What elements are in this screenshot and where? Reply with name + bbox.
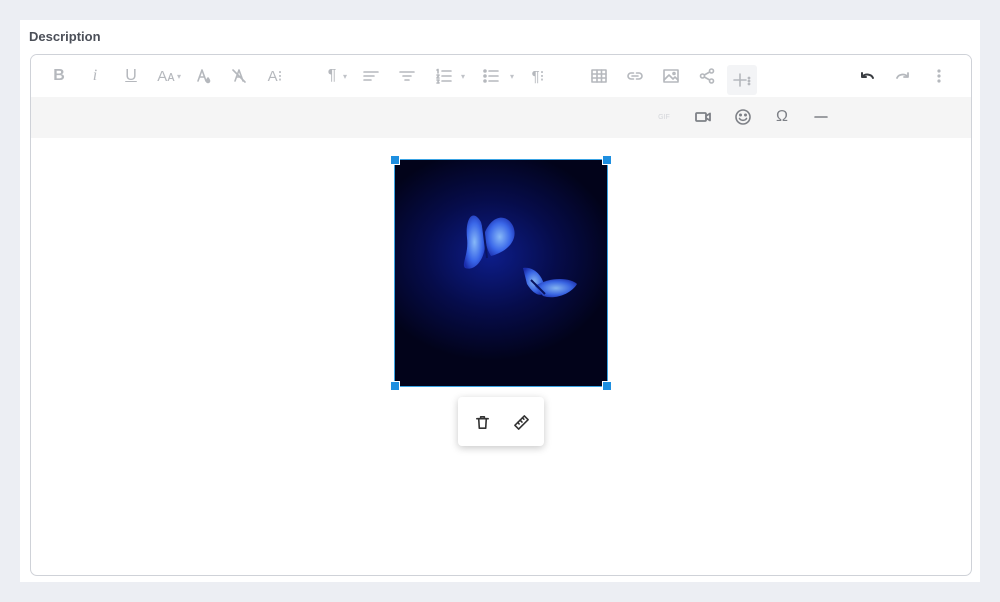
underline-button[interactable]: U bbox=[116, 61, 146, 91]
toolbar-secondary: GIF Ω bbox=[31, 97, 971, 138]
insert-table-button[interactable] bbox=[584, 61, 614, 91]
align-left-button[interactable] bbox=[356, 61, 386, 91]
table-icon bbox=[591, 69, 607, 83]
resize-image-button[interactable] bbox=[508, 409, 534, 435]
unordered-list-icon bbox=[483, 69, 499, 83]
paragraph-style-label: ¶⁝ bbox=[531, 68, 545, 85]
image-popup-toolbar bbox=[458, 397, 544, 446]
horizontal-line-button[interactable] bbox=[806, 102, 836, 132]
redo-button[interactable] bbox=[888, 61, 918, 91]
align-center-icon bbox=[399, 71, 415, 81]
share-icon bbox=[699, 68, 715, 84]
more-options-button[interactable] bbox=[924, 61, 954, 91]
description-panel: Description B i U Aᴀ ▾ A⁝ ¶ ▾ ▾ ▾ ¶⁝ GIF… bbox=[20, 20, 980, 582]
toolbar-primary: B i U Aᴀ ▾ A⁝ ¶ ▾ ▾ ▾ ¶⁝ bbox=[31, 55, 971, 97]
undo-button[interactable] bbox=[852, 61, 882, 91]
plus-icon bbox=[733, 73, 751, 87]
align-left-icon bbox=[363, 71, 379, 81]
ordered-list-icon bbox=[436, 68, 452, 84]
more-text-button[interactable]: A⁝ bbox=[260, 61, 290, 91]
insert-gif-button[interactable]: GIF bbox=[649, 102, 679, 132]
paragraph-format-button[interactable]: ¶ ▾ bbox=[317, 61, 347, 91]
resize-handle-bottom-right[interactable] bbox=[602, 381, 612, 391]
rich-text-editor: B i U Aᴀ ▾ A⁝ ¶ ▾ ▾ ▾ ¶⁝ GIF Ω bbox=[30, 54, 972, 576]
font-size-label: Aᴀ bbox=[157, 67, 175, 85]
ordered-list-button[interactable]: ▾ bbox=[429, 61, 465, 91]
resize-handle-top-right[interactable] bbox=[602, 155, 612, 165]
insert-video-button[interactable] bbox=[688, 102, 718, 132]
bold-button[interactable]: B bbox=[44, 61, 74, 91]
delete-image-button[interactable] bbox=[469, 409, 495, 435]
insert-image-button[interactable] bbox=[656, 61, 686, 91]
unordered-list-button[interactable]: ▾ bbox=[476, 61, 514, 91]
selected-image[interactable] bbox=[390, 155, 612, 391]
special-char-label: Ω bbox=[776, 108, 788, 125]
share-button[interactable] bbox=[692, 61, 722, 91]
image-icon bbox=[663, 69, 679, 83]
paragraph-format-label: ¶ bbox=[327, 67, 337, 84]
align-center-button[interactable] bbox=[392, 61, 422, 91]
resize-handle-bottom-left[interactable] bbox=[390, 381, 400, 391]
chevron-down-icon: ▾ bbox=[509, 72, 514, 81]
special-characters-button[interactable]: Ω bbox=[767, 102, 797, 132]
text-color-icon bbox=[197, 69, 211, 84]
more-vertical-icon bbox=[937, 69, 941, 83]
more-insert-button[interactable] bbox=[727, 65, 757, 95]
more-text-label: A⁝ bbox=[267, 68, 283, 85]
chevron-down-icon: ▾ bbox=[460, 72, 465, 81]
butterfly-image-icon bbox=[463, 215, 577, 298]
font-size-button[interactable]: Aᴀ ▾ bbox=[151, 61, 181, 91]
chevron-down-icon: ▾ bbox=[342, 72, 347, 81]
text-color-button[interactable] bbox=[188, 61, 218, 91]
redo-icon bbox=[896, 72, 909, 79]
horizontal-line-icon bbox=[814, 116, 828, 118]
gif-label: GIF bbox=[658, 113, 670, 121]
clear-format-button[interactable] bbox=[224, 61, 254, 91]
emoticon-icon bbox=[735, 109, 751, 125]
chevron-down-icon: ▾ bbox=[176, 72, 181, 81]
editor-content[interactable] bbox=[31, 138, 971, 575]
resize-handle-top-left[interactable] bbox=[390, 155, 400, 165]
clear-format-icon bbox=[232, 69, 246, 83]
insert-emoticon-button[interactable] bbox=[728, 102, 758, 132]
link-icon bbox=[627, 72, 643, 80]
ruler-icon bbox=[513, 414, 529, 430]
field-label: Description bbox=[29, 29, 101, 44]
insert-link-button[interactable] bbox=[620, 61, 650, 91]
undo-icon bbox=[861, 72, 874, 79]
italic-button[interactable]: i bbox=[80, 61, 110, 91]
paragraph-style-button[interactable]: ¶⁝ bbox=[523, 61, 553, 91]
video-camera-icon bbox=[695, 112, 711, 122]
trash-icon bbox=[475, 415, 489, 429]
